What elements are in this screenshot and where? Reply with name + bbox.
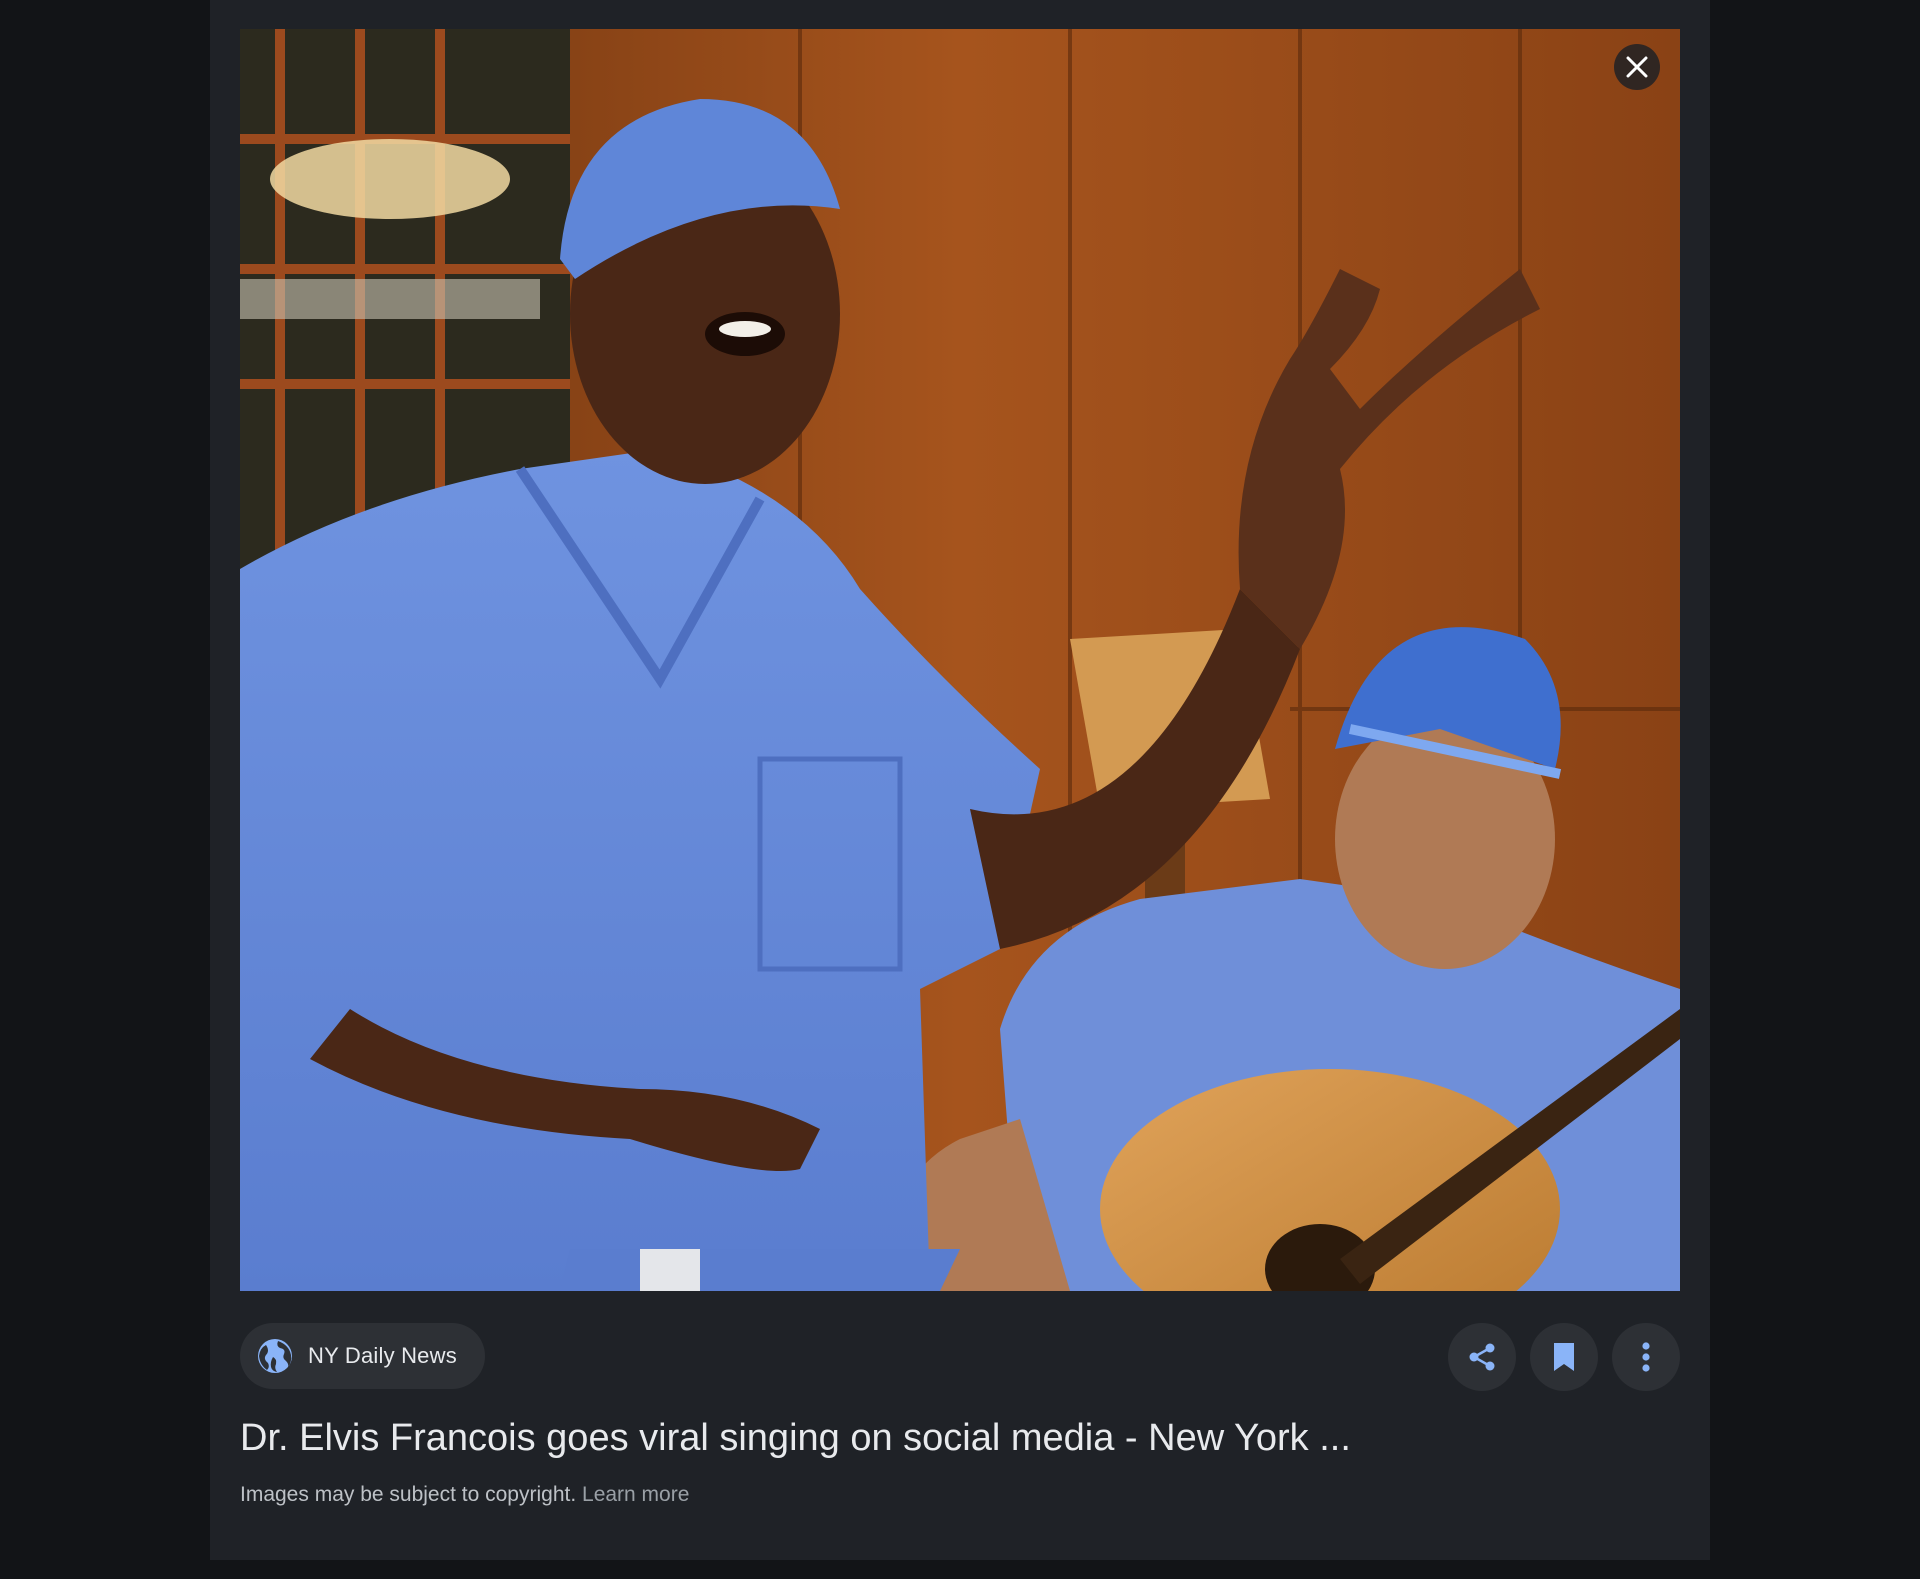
- image-viewer-panel: NY Daily News Dr. Elvis Francois goes vi…: [210, 0, 1710, 1560]
- learn-more-link[interactable]: Learn more: [582, 1483, 689, 1506]
- source-chip[interactable]: NY Daily News: [240, 1323, 485, 1389]
- action-buttons: [1448, 1323, 1680, 1391]
- close-icon: [1626, 56, 1648, 78]
- share-button[interactable]: [1448, 1323, 1516, 1391]
- bookmark-icon: [1554, 1343, 1574, 1371]
- copyright-text: Images may be subject to copyright.: [240, 1483, 577, 1506]
- save-button[interactable]: [1530, 1323, 1598, 1391]
- share-icon: [1469, 1343, 1495, 1371]
- photo-illustration: [240, 29, 1680, 1291]
- source-name: NY Daily News: [308, 1343, 457, 1368]
- more-options-button[interactable]: [1612, 1323, 1680, 1391]
- copyright-notice: Images may be subject to copyright. Lear…: [240, 1483, 689, 1507]
- close-button[interactable]: [1614, 44, 1660, 90]
- more-vert-icon: [1642, 1342, 1650, 1372]
- preview-image[interactable]: [240, 29, 1680, 1291]
- image-title-link[interactable]: Dr. Elvis Francois goes viral singing on…: [240, 1413, 1680, 1463]
- globe-icon: [258, 1339, 292, 1373]
